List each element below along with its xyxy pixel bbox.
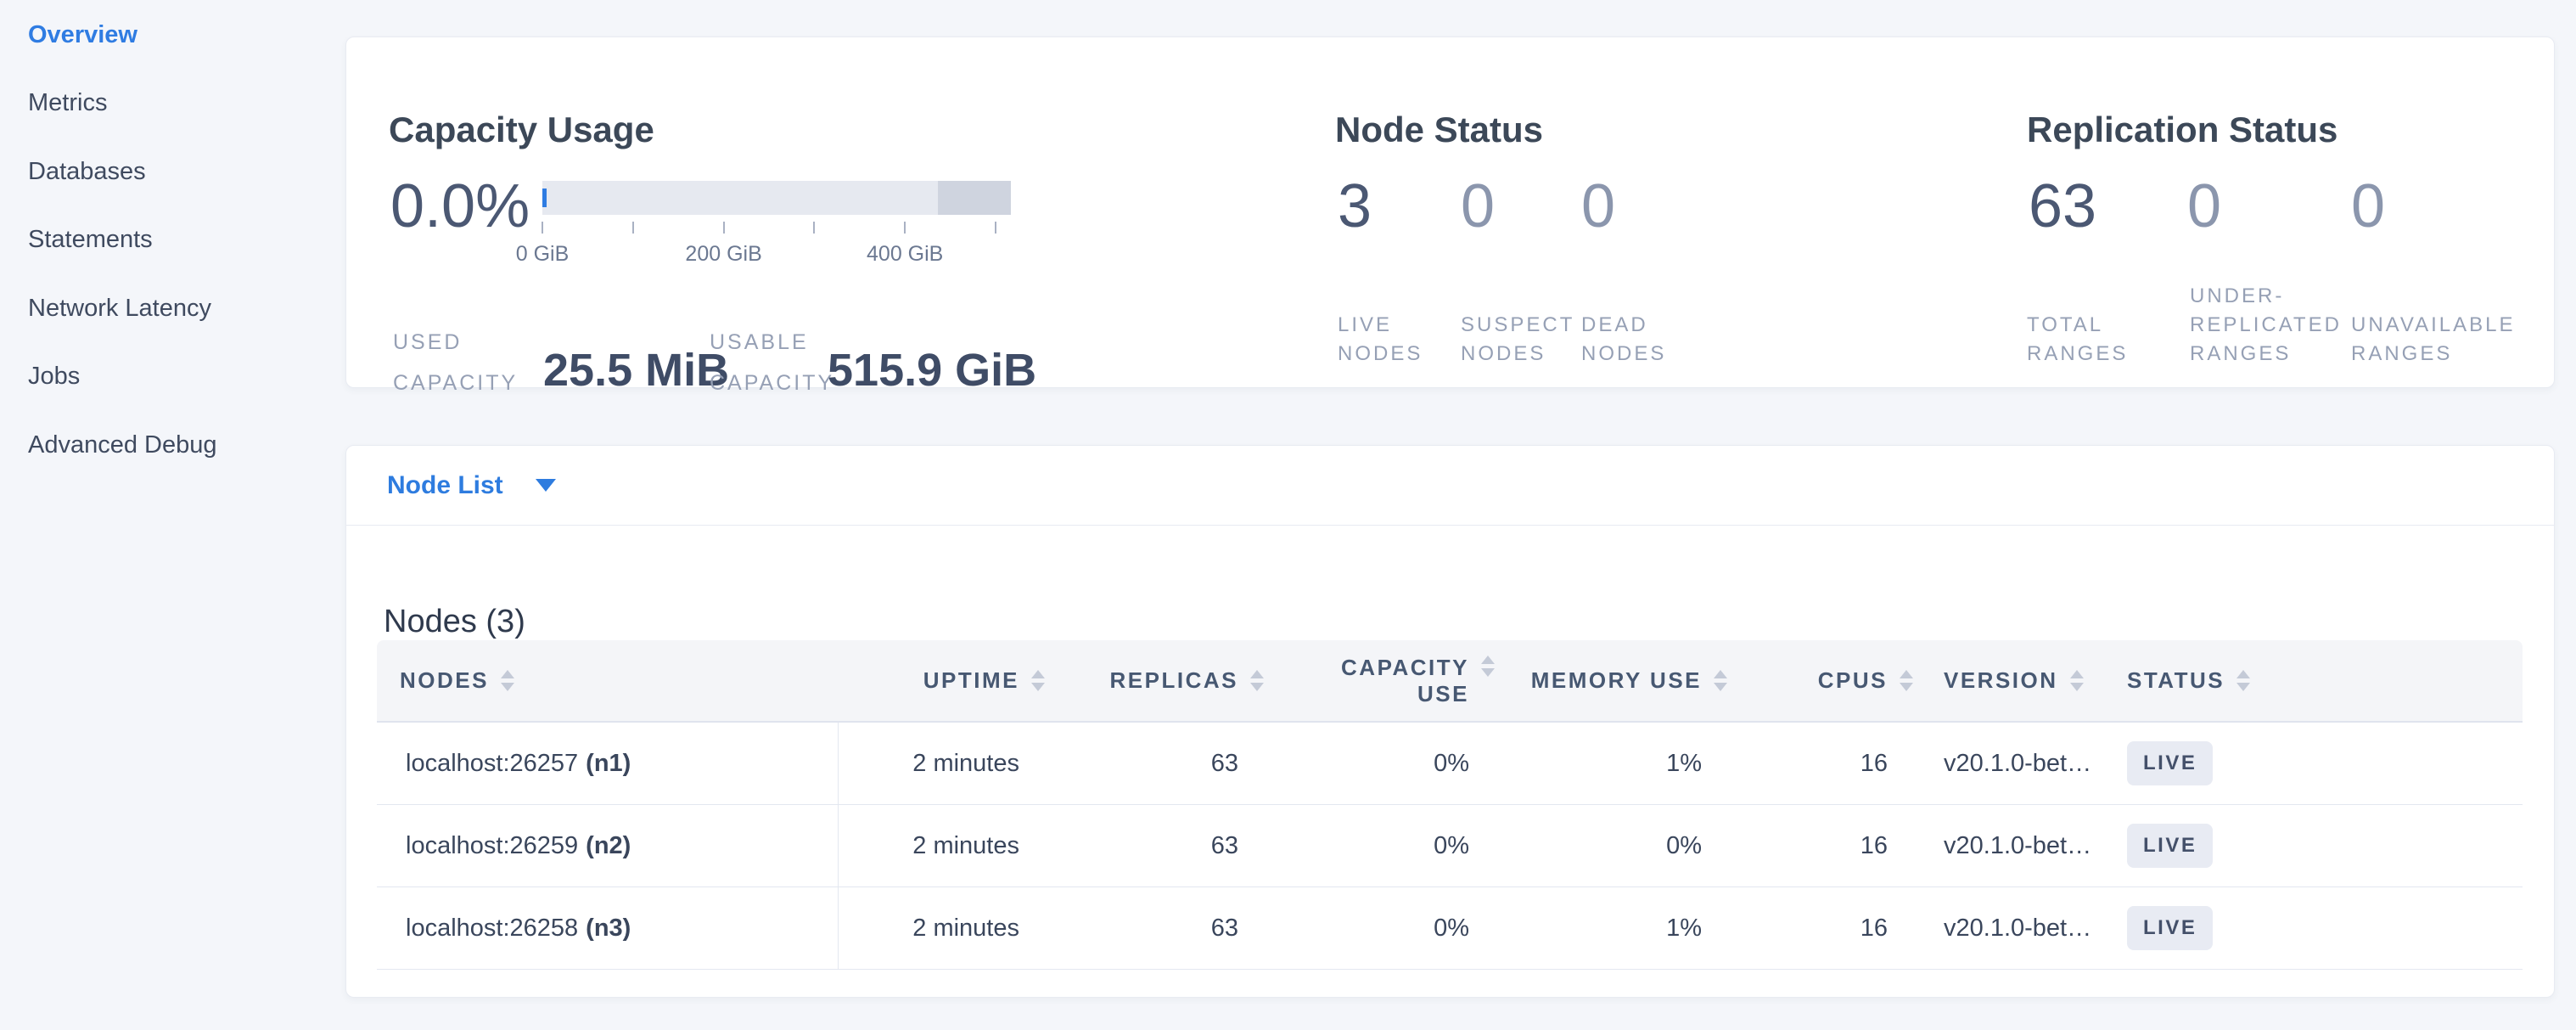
capacity-used-percent: 0.0%: [390, 176, 530, 237]
replicas-cell: 63: [1019, 750, 1238, 778]
version-cell: v20.1.0-bet…: [1888, 832, 2127, 860]
usable-capacity-label: USABLE CAPACITY: [710, 322, 834, 403]
unavailable-ranges-label: UNAVAILABLERANGES: [2351, 311, 2516, 369]
cpus-cell: 16: [1702, 750, 1888, 778]
nodes-table: NODES UPTIME REPLICAS CAPACITY USE MEMOR…: [377, 640, 2523, 970]
replicas-cell: 63: [1019, 832, 1238, 860]
live-nodes-count: 3: [1338, 176, 1372, 237]
capacity-gauge: [542, 181, 1011, 215]
sidebar-item-statements[interactable]: Statements: [0, 206, 345, 275]
capacity-gauge-axis: 0 GiB 200 GiB 400 GiB: [542, 222, 996, 234]
used-capacity-label: USED CAPACITY: [393, 322, 518, 403]
sidebar: Overview Metrics Databases Statements Ne…: [0, 0, 345, 480]
node-id: (n1): [586, 750, 631, 778]
unavailable-ranges-count: 0: [2351, 176, 2385, 237]
memory-use-cell: 1%: [1469, 750, 1702, 778]
column-header-status[interactable]: STATUS: [2127, 667, 2523, 694]
node-address-cell[interactable]: localhost:26258 (n3): [377, 887, 839, 969]
table-row-node-1[interactable]: localhost:26257 (n1) 2 minutes 63 0% 1% …: [377, 723, 2523, 805]
nodes-heading: Nodes (3): [384, 604, 525, 640]
under-replicated-ranges-label: UNDER- REPLICATED RANGES: [2190, 282, 2342, 369]
suspect-nodes-count: 0: [1461, 176, 1495, 237]
capacity-gauge-dark-segment: [938, 181, 1011, 215]
capacity-use-cell: 0%: [1238, 915, 1469, 943]
used-capacity-value: 25.5 MiB: [543, 347, 729, 393]
axis-tick: [813, 222, 815, 234]
memory-use-cell: 0%: [1469, 832, 1702, 860]
sidebar-item-metrics[interactable]: Metrics: [0, 70, 345, 138]
column-header-cpus[interactable]: CPUS: [1702, 667, 1888, 694]
sort-icon: [2070, 670, 2084, 691]
sidebar-item-overview[interactable]: Overview: [0, 1, 345, 70]
table-row-node-3[interactable]: localhost:26258 (n3) 2 minutes 63 0% 1% …: [377, 887, 2523, 970]
dead-nodes-count: 0: [1581, 176, 1615, 237]
node-list-card: Node List Nodes (3) NODES UPTIME REPLICA…: [345, 445, 2555, 998]
sort-icon: [501, 670, 514, 691]
axis-tick: [723, 222, 725, 234]
sidebar-item-databases[interactable]: Databases: [0, 138, 345, 206]
dead-nodes-label: DEADNODES: [1581, 311, 1666, 369]
memory-use-cell: 1%: [1469, 915, 1702, 943]
cpus-cell: 16: [1702, 832, 1888, 860]
capacity-gauge-used-indicator: [542, 189, 547, 207]
sidebar-item-jobs[interactable]: Jobs: [0, 343, 345, 412]
axis-tick: [632, 222, 634, 234]
column-header-version[interactable]: VERSION: [1888, 667, 2127, 694]
column-header-capacity-use[interactable]: CAPACITY USE: [1238, 655, 1469, 707]
node-list-selector[interactable]: Node List: [346, 446, 2554, 526]
node-status-title: Node Status: [1335, 110, 1543, 150]
sort-icon: [2236, 670, 2250, 691]
node-address-cell[interactable]: localhost:26257 (n1): [377, 723, 839, 804]
capacity-usage-title: Capacity Usage: [389, 110, 654, 150]
column-header-replicas[interactable]: REPLICAS: [1019, 667, 1238, 694]
cluster-summary-card: Capacity Usage 0.0% 0 GiB 200 GiB 400 Gi…: [345, 37, 2555, 388]
capacity-use-cell: 0%: [1238, 750, 1469, 778]
total-ranges-label: TOTALRANGES: [2027, 311, 2128, 369]
axis-tick-label: 0 GiB: [516, 242, 570, 267]
status-cell: LIVE: [2127, 741, 2523, 785]
cpus-cell: 16: [1702, 915, 1888, 943]
status-badge: LIVE: [2127, 741, 2213, 785]
status-badge: LIVE: [2127, 906, 2213, 950]
uptime-cell: 2 minutes: [839, 915, 1019, 943]
node-id: (n3): [586, 915, 631, 943]
sidebar-item-network-latency[interactable]: Network Latency: [0, 274, 345, 343]
column-header-uptime[interactable]: UPTIME: [839, 667, 1019, 694]
node-address-cell[interactable]: localhost:26259 (n2): [377, 805, 839, 886]
axis-tick: [542, 222, 543, 234]
uptime-cell: 2 minutes: [839, 832, 1019, 860]
under-replicated-ranges-count: 0: [2187, 176, 2221, 237]
node-list-selector-label: Node List: [387, 471, 503, 500]
uptime-cell: 2 minutes: [839, 750, 1019, 778]
column-header-memory-use[interactable]: MEMORY USE: [1469, 667, 1702, 694]
axis-tick-label: 400 GiB: [867, 242, 943, 267]
replicas-cell: 63: [1019, 915, 1238, 943]
status-cell: LIVE: [2127, 906, 2523, 950]
column-header-nodes[interactable]: NODES: [377, 667, 839, 694]
nodes-table-header: NODES UPTIME REPLICAS CAPACITY USE MEMOR…: [377, 640, 2523, 723]
chevron-down-icon: [536, 479, 556, 492]
table-row-node-2[interactable]: localhost:26259 (n2) 2 minutes 63 0% 0% …: [377, 805, 2523, 887]
replication-status-title: Replication Status: [2027, 110, 2337, 150]
axis-tick-label: 200 GiB: [685, 242, 761, 267]
usable-capacity-value: 515.9 GiB: [828, 347, 1036, 393]
live-nodes-label: LIVENODES: [1338, 311, 1423, 369]
total-ranges-count: 63: [2029, 176, 2096, 237]
status-cell: LIVE: [2127, 824, 2523, 868]
suspect-nodes-label: SUSPECTNODES: [1461, 311, 1574, 369]
axis-tick: [995, 222, 996, 234]
status-badge: LIVE: [2127, 824, 2213, 868]
capacity-use-cell: 0%: [1238, 832, 1469, 860]
version-cell: v20.1.0-bet…: [1888, 915, 2127, 943]
version-cell: v20.1.0-bet…: [1888, 750, 2127, 778]
node-id: (n2): [586, 832, 631, 860]
sidebar-item-advanced-debug[interactable]: Advanced Debug: [0, 411, 345, 480]
axis-tick: [904, 222, 906, 234]
